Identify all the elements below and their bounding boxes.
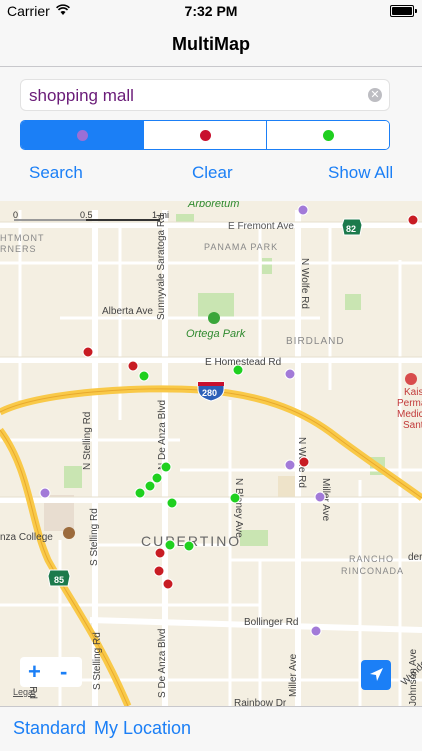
map-pin-green[interactable]	[151, 472, 163, 484]
map-label: Medical	[397, 409, 422, 420]
standard-button[interactable]: Standard	[13, 718, 86, 739]
street-label: N Wolfe Rd	[299, 258, 310, 309]
zoom-in-button[interactable]: +	[28, 659, 41, 685]
highway-shield-85: 85	[47, 569, 71, 587]
park-area	[64, 466, 82, 488]
map-pin-green[interactable]	[164, 539, 176, 551]
zoom-controls: + -	[20, 657, 82, 687]
map-pin-purple[interactable]	[39, 487, 51, 499]
my-location-button[interactable]: My Location	[94, 718, 191, 739]
street-label: N Stelling Rd	[82, 412, 93, 470]
status-bar: Carrier 7:32 PM	[0, 0, 422, 22]
shield-label: 82	[346, 224, 356, 234]
navigation-bar: MultiMap	[0, 22, 422, 67]
status-time: 7:32 PM	[184, 3, 238, 19]
segment-green[interactable]	[266, 121, 389, 149]
map-pin-green[interactable]	[160, 461, 172, 473]
map-label: Santa	[403, 420, 422, 431]
map-label: RNERS	[0, 244, 37, 254]
shield-label: 280	[202, 388, 217, 398]
park-area	[345, 294, 361, 310]
page-title: MultiMap	[172, 34, 250, 54]
map-pin-red[interactable]	[162, 578, 174, 590]
map-label: Rainbow Dr	[234, 698, 287, 706]
map-pin-red[interactable]	[407, 214, 419, 226]
legal-link[interactable]: Legal	[13, 687, 35, 697]
map-pin-purple[interactable]	[284, 368, 296, 380]
zoom-out-button[interactable]: -	[60, 659, 67, 685]
green-dot-icon	[322, 129, 334, 141]
map-pin-red[interactable]	[153, 565, 165, 577]
scale-label-half: 0.5	[80, 210, 93, 220]
locate-me-button[interactable]	[361, 660, 391, 690]
map-pin-green[interactable]	[134, 487, 146, 499]
map-pin-purple[interactable]	[310, 625, 322, 637]
map-pin-purple[interactable]	[297, 204, 309, 216]
clear-button[interactable]: Clear	[192, 163, 233, 183]
clear-text-icon[interactable]: ✕	[368, 88, 382, 102]
map-view[interactable]: 0 0.5 1 mi Arboretum E Fremont Ave HTMON…	[0, 201, 422, 706]
map-canvas[interactable]: 0 0.5 1 mi Arboretum E Fremont Ave HTMON…	[0, 201, 422, 706]
purple-dot-icon	[76, 129, 88, 141]
street-label: S Stelling Rd	[89, 508, 100, 566]
map-pin-green[interactable]	[166, 497, 178, 509]
map-label: PANAMA PARK	[204, 242, 278, 252]
search-input[interactable]	[27, 84, 361, 108]
map-pin-red[interactable]	[127, 360, 139, 372]
map-pin-red[interactable]	[154, 547, 166, 559]
street-label: N Blaney Ave	[233, 478, 244, 538]
map-label: Ortega Park	[186, 328, 246, 340]
map-label: Alberta Ave	[102, 306, 153, 317]
map-label: E Fremont Ave	[228, 221, 294, 232]
street-label: Sunnyvale Saratoga Rd	[156, 214, 167, 320]
map-label: E Homestead Rd	[205, 357, 281, 368]
map-pin-green[interactable]	[232, 364, 244, 376]
map-pin-red[interactable]	[298, 456, 310, 468]
map-label: Kais	[404, 387, 422, 398]
map-label: RINCONADA	[341, 566, 404, 576]
hospital-icon	[405, 373, 417, 385]
location-arrow-icon	[370, 668, 383, 681]
map-pin-green[interactable]	[229, 492, 241, 504]
map-pin-red[interactable]	[82, 346, 94, 358]
street-label: Miller Ave	[288, 653, 299, 697]
street-label: S De Anza Blvd	[157, 629, 168, 698]
map-label: Bollinger Rd	[244, 617, 298, 628]
search-field[interactable]: ✕	[20, 79, 390, 111]
action-row: Search Clear Show All	[0, 163, 422, 185]
map-label: derich	[408, 552, 422, 563]
battery-icon	[390, 5, 417, 17]
search-panel: ✕ Search Clear Show All	[0, 67, 422, 201]
search-button[interactable]: Search	[29, 163, 83, 183]
map-pin-purple[interactable]	[284, 459, 296, 471]
shield-label: 85	[54, 575, 64, 585]
scale-label-zero: 0	[13, 210, 18, 220]
park-icon	[208, 312, 220, 324]
map-label: nza College	[0, 532, 53, 543]
street-label: N De Anza Blvd	[157, 400, 168, 470]
red-dot-icon	[199, 129, 211, 141]
street-label: S Stelling Rd	[92, 632, 103, 690]
map-pin-purple[interactable]	[314, 491, 326, 503]
segment-purple[interactable]	[21, 121, 143, 149]
map-label: HTMONT	[0, 233, 45, 243]
map-pin-green[interactable]	[144, 480, 156, 492]
map-label: BIRDLAND	[286, 336, 345, 347]
college-icon	[63, 527, 75, 539]
segment-red[interactable]	[143, 121, 266, 149]
park-area	[262, 258, 272, 274]
map-pin-green[interactable]	[138, 370, 150, 382]
map-pin-green[interactable]	[183, 540, 195, 552]
minor-streets	[0, 210, 422, 706]
map-label: Arboretum	[187, 201, 239, 210]
highway-shield-82: 82	[341, 218, 363, 236]
category-segmented-control[interactable]	[20, 120, 390, 150]
bottom-toolbar: Standard My Location	[0, 706, 422, 751]
highway-shield-280: 280	[197, 381, 225, 402]
map-label: Perman	[397, 398, 422, 409]
map-label: RANCHO	[349, 554, 394, 564]
show-all-button[interactable]: Show All	[328, 163, 393, 183]
